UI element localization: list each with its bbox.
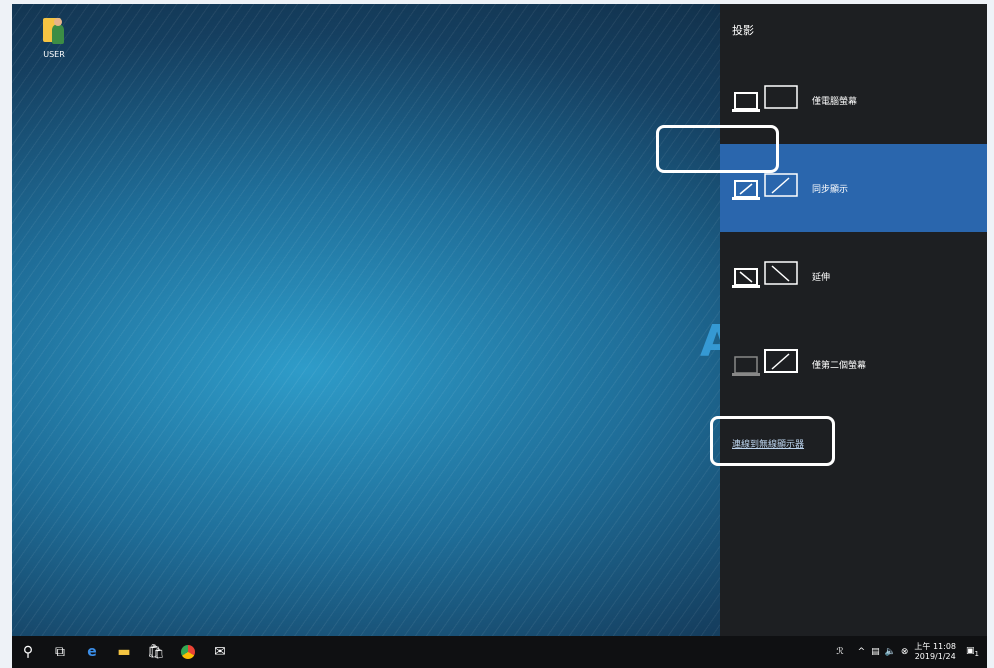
desktop: USER A 投影 僅電腦螢幕 同步顯示 延伸 僅第二個螢幕 連線到無線顯示器 … xyxy=(12,4,987,668)
extend-icon xyxy=(732,261,798,288)
user-folder-label: USER xyxy=(43,50,65,59)
chevron-up-icon[interactable]: ^ xyxy=(858,647,866,657)
edge-icon[interactable]: e xyxy=(76,636,108,668)
network-icon[interactable]: ▤ xyxy=(871,647,880,657)
highlight-box-duplicate xyxy=(656,125,779,173)
duplicate-icon xyxy=(732,173,798,200)
folder-icon xyxy=(43,14,65,44)
people-icon[interactable]: ℛ xyxy=(836,647,843,657)
pc-screen-only-icon xyxy=(732,85,798,112)
option-label: 延伸 xyxy=(812,272,831,283)
highlight-box-connect xyxy=(710,416,835,466)
option-second-screen-only[interactable]: 僅第二個螢幕 xyxy=(720,320,987,408)
option-label: 僅第二個螢幕 xyxy=(812,360,867,371)
notification-icon[interactable]: ▣1 xyxy=(966,646,979,658)
file-explorer-icon[interactable]: ▬ xyxy=(108,636,140,668)
task-view-icon[interactable]: ⧉ xyxy=(44,636,76,668)
user-folder-icon[interactable]: USER xyxy=(34,14,74,59)
option-extend[interactable]: 延伸 xyxy=(720,232,987,320)
project-panel: 投影 僅電腦螢幕 同步顯示 延伸 僅第二個螢幕 連線到無線顯示器 xyxy=(720,4,987,636)
chrome-icon[interactable] xyxy=(172,636,204,668)
clock[interactable]: 上午 11:08 2019/1/24 xyxy=(914,642,956,662)
clock-date: 2019/1/24 xyxy=(914,652,956,661)
search-icon[interactable]: ⚲ xyxy=(12,636,44,668)
notification-count: 1 xyxy=(974,649,979,658)
system-tray: ℛ ^ ▤ 🔈 ⊗ 上午 11:08 2019/1/24 ▣1 xyxy=(836,636,987,668)
store-icon[interactable]: 🛍 xyxy=(140,636,172,668)
taskbar: ⚲ ⧉ e ▬ 🛍 ✉ ℛ ^ ▤ 🔈 ⊗ 上午 11:08 2019/1/24… xyxy=(12,636,987,668)
mail-icon[interactable]: ✉ xyxy=(204,636,236,668)
second-screen-only-icon xyxy=(732,349,798,376)
option-label: 僅電腦螢幕 xyxy=(812,96,858,107)
panel-title: 投影 xyxy=(732,24,754,37)
language-icon[interactable]: ⊗ xyxy=(901,647,909,657)
clock-time: 上午 11:08 xyxy=(914,642,957,651)
volume-icon[interactable]: 🔈 xyxy=(885,647,896,657)
option-label: 同步顯示 xyxy=(812,184,849,195)
